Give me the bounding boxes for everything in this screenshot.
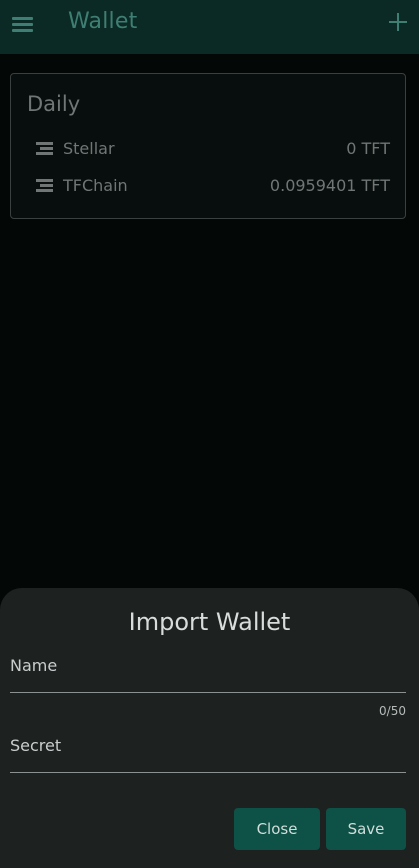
secret-field[interactable]: [10, 744, 406, 770]
add-icon[interactable]: [387, 11, 409, 33]
dialog-title: Import Wallet: [128, 608, 291, 636]
list-item: TFChain 0.0959401 TFT: [11, 173, 405, 201]
name-field[interactable]: [10, 664, 406, 690]
app-bar: Wallet: [0, 0, 419, 54]
wallet-screen: Wallet Daily Stellar 0 TFT TFChain 0.095…: [0, 0, 419, 868]
import-wallet-dialog: Import Wallet Name 0/50 Secret Close Sav…: [0, 588, 419, 868]
wallet-name: Daily: [27, 92, 81, 116]
close-button[interactable]: Close: [234, 808, 320, 850]
wallet-card[interactable]: Daily Stellar 0 TFT TFChain 0.0959401 TF…: [10, 73, 406, 219]
chain-name: TFChain: [63, 176, 128, 195]
page-title: Wallet: [68, 9, 138, 34]
stack-icon: [36, 142, 53, 156]
name-field-underline: [10, 692, 406, 693]
secret-field-underline: [10, 772, 406, 773]
list-item: Stellar 0 TFT: [11, 136, 405, 164]
save-button[interactable]: Save: [326, 808, 406, 850]
stack-icon: [36, 179, 53, 193]
chain-balance: 0 TFT: [346, 139, 390, 158]
chain-name: Stellar: [63, 139, 115, 158]
menu-icon[interactable]: [10, 12, 36, 36]
name-char-counter: 0/50: [379, 704, 406, 718]
chain-balance: 0.0959401 TFT: [269, 176, 390, 195]
